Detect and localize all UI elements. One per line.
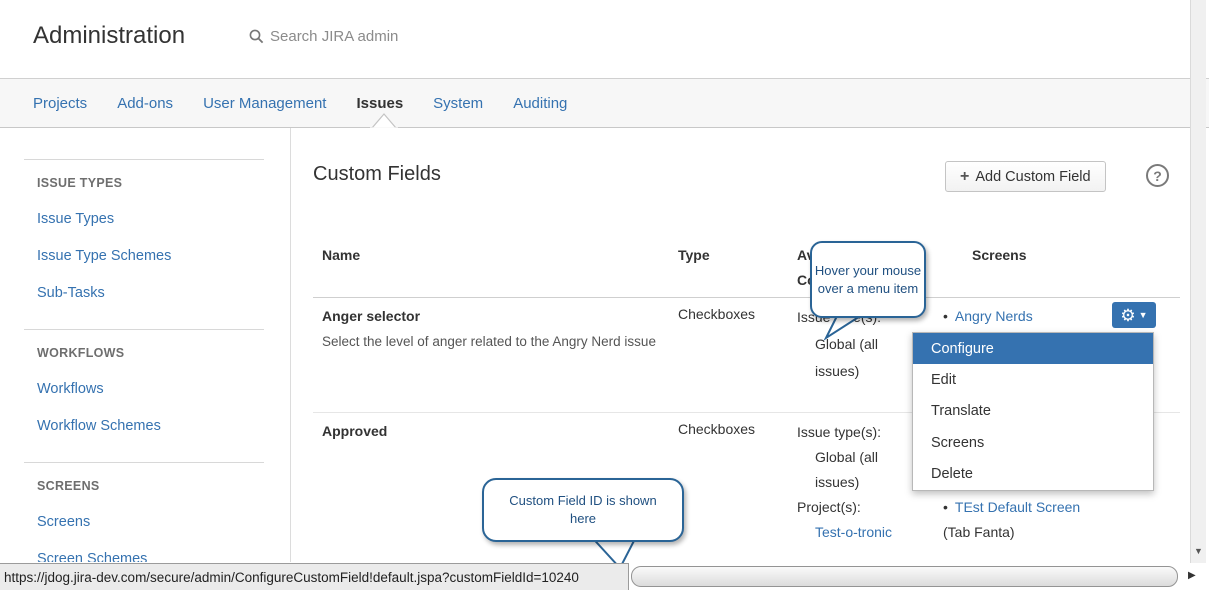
help-icon[interactable]: ? <box>1146 164 1169 187</box>
screen-suffix: (Tab Fanta) <box>943 524 1015 540</box>
admin-nav: Projects Add-ons User Management Issues … <box>0 78 1209 128</box>
custom-field-screens: •Angry Nerds <box>943 304 1093 329</box>
bullet: • <box>943 308 955 324</box>
callout-field-id: Custom Field ID is shown here <box>482 478 684 542</box>
custom-field-context: Issue type(s): Global (all issues) Proje… <box>797 420 909 545</box>
menu-item-edit[interactable]: Edit <box>913 364 1153 395</box>
sidebar-item-sub-tasks[interactable]: Sub-Tasks <box>37 285 264 301</box>
active-tab-notch <box>370 111 398 129</box>
sidebar-item-workflow-schemes[interactable]: Workflow Schemes <box>37 418 264 434</box>
divider <box>24 329 264 330</box>
content-title: Custom Fields <box>313 163 441 186</box>
callout-text: Custom Field ID is shown here <box>508 492 658 527</box>
divider <box>24 462 264 463</box>
menu-item-screens[interactable]: Screens <box>913 427 1153 458</box>
sidebar-group-workflows: WORKFLOWS Workflows Workflow Schemes <box>24 346 264 438</box>
custom-field-type: Checkboxes <box>678 421 755 437</box>
menu-item-delete[interactable]: Delete <box>913 459 1153 490</box>
sidebar-heading-screens: SCREENS <box>37 479 264 493</box>
custom-field-description: Select the level of anger related to the… <box>322 331 692 352</box>
nav-tab-user-management[interactable]: User Management <box>203 95 326 112</box>
sidebar-group-screens: SCREENS Screens Screen Schemes Issue Typ… <box>24 479 264 562</box>
sidebar-group-issue-types: ISSUE TYPES Issue Types Issue Type Schem… <box>24 176 264 305</box>
sidebar-heading-issue-types: ISSUE TYPES <box>37 176 264 190</box>
nav-tab-auditing[interactable]: Auditing <box>513 95 567 112</box>
sidebar-item-workflows[interactable]: Workflows <box>37 381 264 397</box>
nav-tab-system[interactable]: System <box>433 95 483 112</box>
column-header-screens: Screens <box>972 243 1026 268</box>
callout-hover-menu: Hover your mouse over a menu item <box>810 241 926 318</box>
screen-link[interactable]: Angry Nerds <box>955 308 1033 324</box>
custom-field-name: Approved <box>322 423 387 439</box>
chevron-down-icon: ▼ <box>1139 310 1148 320</box>
custom-field-screens: •TEst Default Screen (Tab Fanta) <box>943 495 1081 545</box>
bullet: • <box>943 499 955 515</box>
status-url: https://jdog.jira-dev.com/secure/admin/C… <box>4 570 579 585</box>
sidebar-item-issue-types[interactable]: Issue Types <box>37 211 264 227</box>
column-header-type: Type <box>678 243 710 268</box>
horizontal-scrollbar-thumb[interactable] <box>631 566 1178 587</box>
sidebar-item-screen-schemes[interactable]: Screen Schemes <box>37 551 264 562</box>
column-header-name: Name <box>322 243 360 268</box>
nav-tab-projects[interactable]: Projects <box>33 95 87 112</box>
actions-dropdown-menu: Configure Edit Translate Screens Delete <box>912 332 1154 491</box>
add-custom-field-button[interactable]: + Add Custom Field <box>945 161 1106 192</box>
jira-admin-page: Administration Projects Add-ons User Man… <box>0 0 1209 590</box>
sidebar-divider <box>290 128 291 562</box>
divider <box>24 159 264 160</box>
menu-item-translate[interactable]: Translate <box>913 396 1153 427</box>
plus-icon: + <box>960 168 969 186</box>
sidebar-item-issue-type-schemes[interactable]: Issue Type Schemes <box>37 248 264 264</box>
context-label: Project(s): <box>797 495 909 520</box>
sidebar-heading-workflows: WORKFLOWS <box>37 346 264 360</box>
page-title: Administration <box>33 22 185 50</box>
scroll-right-arrow-icon[interactable]: ▶ <box>1188 570 1196 581</box>
nav-tab-issues[interactable]: Issues <box>356 95 403 112</box>
custom-field-type: Checkboxes <box>678 306 755 322</box>
context-value: Global (all issues) <box>797 445 909 495</box>
admin-search[interactable] <box>249 28 450 45</box>
context-project-link[interactable]: Test-o-tronic <box>797 520 909 545</box>
browser-status-bar: https://jdog.jira-dev.com/secure/admin/C… <box>0 563 629 590</box>
add-custom-field-label: Add Custom Field <box>975 169 1090 185</box>
search-icon <box>249 29 264 44</box>
nav-tab-addons[interactable]: Add-ons <box>117 95 173 112</box>
vertical-scrollbar[interactable] <box>1190 0 1206 563</box>
screen-link[interactable]: TEst Default Screen <box>955 499 1080 515</box>
custom-field-name: Anger selector <box>322 308 420 324</box>
sidebar-item-screens[interactable]: Screens <box>37 514 264 530</box>
actions-gear-button[interactable]: ⚙ ▼ <box>1112 302 1156 328</box>
menu-item-configure[interactable]: Configure <box>913 333 1153 364</box>
table-header-rule <box>313 297 1180 298</box>
gear-icon: ⚙ <box>1120 307 1135 324</box>
context-label: Issue type(s): <box>797 420 909 445</box>
callout-text: Hover your mouse over a menu item <box>812 262 924 297</box>
sidebar: ISSUE TYPES Issue Types Issue Type Schem… <box>24 128 264 562</box>
scroll-down-arrow-icon[interactable]: ▼ <box>1193 546 1204 556</box>
search-input[interactable] <box>270 28 450 45</box>
